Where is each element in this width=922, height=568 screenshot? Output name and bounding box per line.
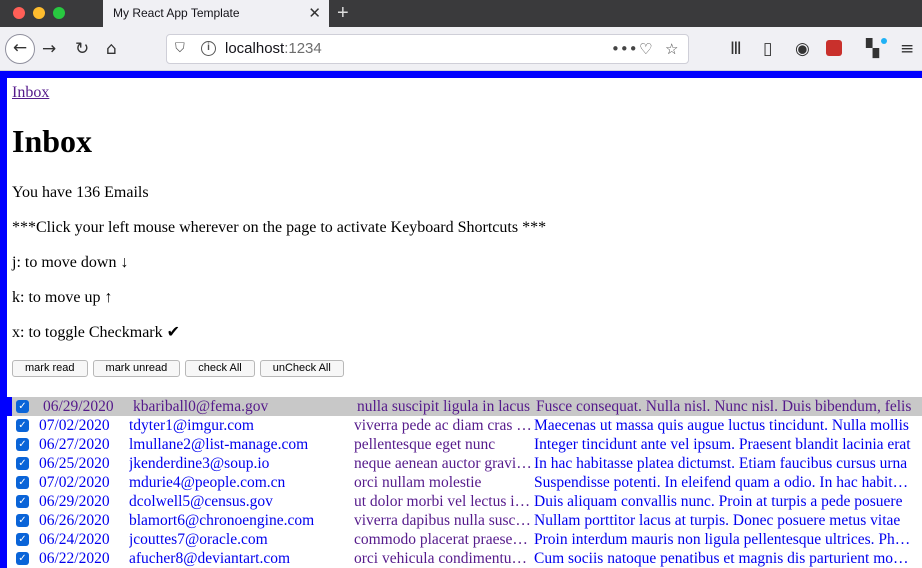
url-port: :1234 <box>284 40 322 57</box>
email-checkbox[interactable]: ✓ <box>16 476 29 489</box>
email-checkbox[interactable]: ✓ <box>16 533 29 546</box>
email-sender[interactable]: tdyter1@imgur.com <box>129 416 344 435</box>
email-sender[interactable]: lmullane2@list-manage.com <box>129 435 344 454</box>
email-checkbox[interactable]: ✓ <box>16 514 29 527</box>
email-subject[interactable]: orci vehicula condimentum curabitur <box>354 549 532 568</box>
notification-dot-icon <box>881 38 887 44</box>
email-row[interactable]: ✓ 06/29/2020 dcolwell5@census.gov ut dolor … <box>7 492 922 511</box>
browser-tab-bar: My React App Template ✕ + <box>0 0 922 27</box>
email-row[interactable]: ✓ 07/02/2020 mdurie4@people.com.cn orci nul… <box>7 473 922 492</box>
account-icon[interactable]: ◉ <box>795 39 810 59</box>
email-count-text: You have 136 Emails <box>12 184 149 201</box>
email-sender[interactable]: jcouttes7@oracle.com <box>129 530 344 549</box>
email-date[interactable]: 07/02/2020 <box>39 416 121 435</box>
email-checkbox[interactable]: ✓ <box>16 419 29 432</box>
email-subject[interactable]: orci nullam molestie <box>354 473 532 492</box>
email-preview[interactable]: Proin interdum mauris non ligula pellent… <box>534 530 912 549</box>
email-date[interactable]: 06/29/2020 <box>39 492 121 511</box>
email-sender[interactable]: kbariball0@fema.gov <box>133 397 348 416</box>
email-date[interactable]: 06/26/2020 <box>39 511 121 530</box>
email-date[interactable]: 06/25/2020 <box>39 454 121 473</box>
page-viewport[interactable]: Inbox Inbox You have 136 Emails ***Click… <box>0 71 922 568</box>
forward-arrow-icon[interactable]: → <box>42 39 56 59</box>
email-sender[interactable]: mdurie4@people.com.cn <box>129 473 344 492</box>
back-arrow-icon[interactable]: ← <box>5 34 35 64</box>
maximize-window-button[interactable] <box>53 7 65 19</box>
check-all-button[interactable]: check All <box>185 360 255 377</box>
url-bar[interactable]: ⛉ i localhost:1234 ••• ♡ ☆ <box>166 34 689 64</box>
shortcut-up-text: k: to move up ↑ <box>12 289 113 306</box>
sidebar-icon[interactable]: ▯ <box>763 39 772 59</box>
email-subject[interactable]: viverra pede ac diam cras pellentesque <box>354 416 532 435</box>
email-preview[interactable]: Cum sociis natoque penatibus et magnis d… <box>534 549 912 568</box>
browser-nav-bar: ← → ↻ ⌂ ⛉ i localhost:1234 ••• ♡ ☆ Ⅲ ▯ ◉… <box>0 27 922 71</box>
new-tab-icon[interactable]: + <box>337 1 349 25</box>
email-preview[interactable]: Integer tincidunt ante vel ipsum. Praese… <box>534 435 912 454</box>
email-checkbox[interactable]: ✓ <box>16 400 29 413</box>
uncheck-all-button[interactable]: unCheck All <box>259 360 344 377</box>
email-date[interactable]: 06/22/2020 <box>39 549 121 568</box>
email-row[interactable]: ✓ 06/27/2020 lmullane2@list-manage.com pell… <box>7 435 922 454</box>
email-preview[interactable]: Fusce consequat. Nulla nisl. Nunc nisl. … <box>536 397 914 416</box>
email-date[interactable]: 06/24/2020 <box>39 530 121 549</box>
more-options-icon[interactable]: ••• <box>611 40 638 58</box>
url-text[interactable]: localhost:1234 <box>225 40 322 57</box>
email-checkbox[interactable]: ✓ <box>16 495 29 508</box>
email-date[interactable]: 07/02/2020 <box>39 473 121 492</box>
email-subject[interactable]: viverra dapibus nulla suscipit ligula <box>354 511 532 530</box>
email-preview[interactable]: Maecenas ut massa quis augue luctus tinc… <box>534 416 912 435</box>
email-preview[interactable]: In hac habitasse platea dictumst. Etiam … <box>534 454 912 473</box>
email-subject[interactable]: neque aenean auctor gravida sem <box>354 454 532 473</box>
instructions-text: ***Click your left mouse wherever on the… <box>12 219 547 236</box>
email-row[interactable]: ✓ 06/25/2020 jkenderdine3@soup.io neque aen… <box>7 454 922 473</box>
email-date[interactable]: 06/29/2020 <box>43 397 125 416</box>
tab-title: My React App Template <box>113 6 240 20</box>
email-sender[interactable]: dcolwell5@census.gov <box>129 492 344 511</box>
email-row[interactable]: ✓ 06/26/2020 blamort6@chronoengine.com vive… <box>7 511 922 530</box>
email-row[interactable]: ✓ 06/24/2020 jcouttes7@oracle.com commodo p… <box>7 530 922 549</box>
email-sender[interactable]: jkenderdine3@soup.io <box>129 454 344 473</box>
shortcut-down-text: j: to move down ↓ <box>12 254 129 271</box>
email-checkbox[interactable]: ✓ <box>16 552 29 565</box>
extensions-puzzle-icon[interactable]: ▚ <box>866 39 879 59</box>
email-row[interactable]: ✓ 07/02/2020 tdyter1@imgur.com viverra pede… <box>7 416 922 435</box>
email-sender[interactable]: blamort6@chronoengine.com <box>129 511 344 530</box>
email-preview[interactable]: Duis aliquam convallis nunc. Proin at tu… <box>534 492 912 511</box>
reload-icon[interactable]: ↻ <box>75 39 89 59</box>
minimize-window-button[interactable] <box>33 7 45 19</box>
extension-icon[interactable] <box>826 40 842 56</box>
close-window-button[interactable] <box>13 7 25 19</box>
email-list: ✓ 06/29/2020 kbariball0@fema.gov nulla susc… <box>7 397 922 568</box>
mark-read-button[interactable]: mark read <box>12 360 88 377</box>
email-checkbox[interactable]: ✓ <box>16 457 29 470</box>
email-subject[interactable]: ut dolor morbi vel lectus in quam <box>354 492 532 511</box>
hamburger-menu-icon[interactable]: ≡ <box>900 39 914 59</box>
email-row[interactable]: ✓ 06/22/2020 afucher8@deviantart.com orci v… <box>7 549 922 568</box>
shortcut-toggle-text: x: to toggle Checkmark ✔ <box>12 324 181 341</box>
browser-tab[interactable]: My React App Template ✕ <box>103 0 329 27</box>
info-icon[interactable]: i <box>201 41 216 56</box>
close-icon[interactable]: ✕ <box>308 0 321 27</box>
toolbar: mark read mark unread check All unCheck … <box>12 358 922 377</box>
page-title: Inbox <box>12 123 93 159</box>
library-icon[interactable]: Ⅲ <box>730 39 742 59</box>
email-checkbox[interactable]: ✓ <box>16 438 29 451</box>
url-host: localhost <box>225 40 285 57</box>
email-row[interactable]: ✓ 06/29/2020 kbariball0@fema.gov nulla susc… <box>7 397 922 416</box>
email-date[interactable]: 06/27/2020 <box>39 435 121 454</box>
shield-icon[interactable]: ⛉ <box>175 41 185 56</box>
home-icon[interactable]: ⌂ <box>106 39 117 59</box>
email-sender[interactable]: afucher8@deviantart.com <box>129 549 344 568</box>
pocket-icon[interactable]: ♡ <box>639 40 652 58</box>
email-subject[interactable]: pellentesque eget nunc <box>354 435 532 454</box>
email-subject[interactable]: nulla suscipit ligula in lacus <box>357 397 535 416</box>
email-preview[interactable]: Suspendisse potenti. In eleifend quam a … <box>534 473 912 492</box>
mark-unread-button[interactable]: mark unread <box>92 360 181 377</box>
bookmark-star-icon[interactable]: ☆ <box>665 40 678 58</box>
email-subject[interactable]: commodo placerat praesent blandit <box>354 530 532 549</box>
breadcrumb-inbox-link[interactable]: Inbox <box>12 84 49 102</box>
email-preview[interactable]: Nullam porttitor lacus at turpis. Donec … <box>534 511 912 530</box>
